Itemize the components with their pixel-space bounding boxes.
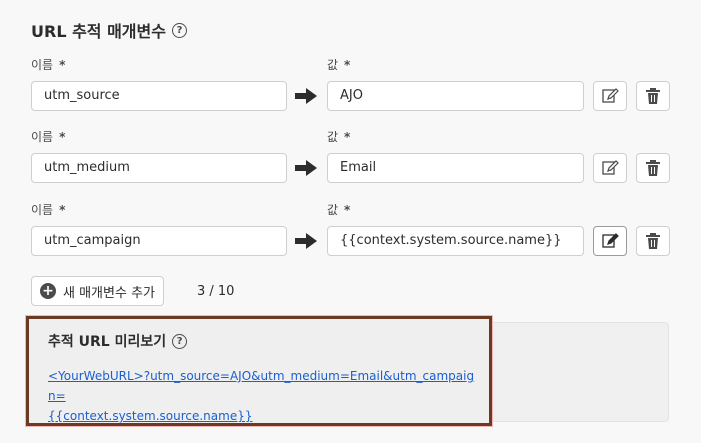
preview-url-link[interactable]: <YourWebURL>?utm_source=AJO&utm_medium=E… bbox=[48, 366, 480, 426]
parameter-name-input[interactable]: utm_source bbox=[31, 81, 287, 111]
delete-button[interactable] bbox=[636, 153, 670, 183]
add-parameter-button[interactable]: + 새 매개변수 추가 bbox=[31, 276, 164, 306]
preview-title-text: 추적 URL 미리보기 bbox=[48, 334, 167, 350]
trash-icon bbox=[646, 233, 660, 249]
edit-button[interactable] bbox=[593, 226, 627, 256]
arrow-right-icon bbox=[295, 160, 317, 176]
edit-button[interactable] bbox=[593, 153, 627, 183]
name-label: 이름 * bbox=[31, 58, 66, 72]
value-label: 값 * bbox=[327, 203, 351, 217]
delete-button[interactable] bbox=[636, 226, 670, 256]
edit-icon bbox=[602, 160, 619, 175]
parameter-name-input[interactable]: utm_medium bbox=[31, 153, 287, 183]
parameter-counter: 3 / 10 bbox=[197, 284, 235, 299]
help-icon[interactable]: ? bbox=[172, 333, 188, 349]
parameter-row: 이름 * utm_campaign 값 * {{context.system.sou… bbox=[0, 201, 701, 276]
name-label: 이름 * bbox=[31, 130, 66, 144]
trash-icon bbox=[646, 160, 660, 176]
trash-icon bbox=[646, 88, 660, 104]
arrow-right-icon bbox=[295, 233, 317, 249]
parameter-row: 이름 * utm_medium 값 * Email bbox=[0, 128, 701, 203]
delete-button[interactable] bbox=[636, 81, 670, 111]
name-label: 이름 * bbox=[31, 203, 66, 217]
parameter-name-input[interactable]: utm_campaign bbox=[31, 226, 287, 256]
value-label: 값 * bbox=[327, 130, 351, 144]
preview-url-line2: {{context.system.source.name}} bbox=[48, 409, 253, 423]
parameter-value-input[interactable]: AJO bbox=[327, 81, 584, 111]
edit-button[interactable] bbox=[593, 81, 627, 111]
add-circle-icon: + bbox=[40, 283, 56, 299]
page-title: URL 추적 매개변수 ? bbox=[31, 18, 187, 42]
preview-url-line1: <YourWebURL>?utm_source=AJO&utm_medium=E… bbox=[48, 369, 475, 403]
add-parameter-label: 새 매개변수 추가 bbox=[63, 285, 155, 301]
parameter-row: 이름 * utm_source 값 * AJO bbox=[0, 56, 701, 131]
help-icon[interactable]: ? bbox=[171, 22, 187, 38]
edit-icon bbox=[602, 88, 619, 103]
parameter-value-input[interactable]: {{context.system.source.name}} bbox=[327, 226, 584, 256]
edit-icon bbox=[602, 233, 619, 248]
parameter-value-input[interactable]: Email bbox=[327, 153, 584, 183]
page-title-text: URL 추적 매개변수 bbox=[31, 22, 166, 41]
arrow-right-icon bbox=[295, 88, 317, 104]
preview-title: 추적 URL 미리보기 ? bbox=[48, 331, 188, 351]
value-label: 값 * bbox=[327, 58, 351, 72]
